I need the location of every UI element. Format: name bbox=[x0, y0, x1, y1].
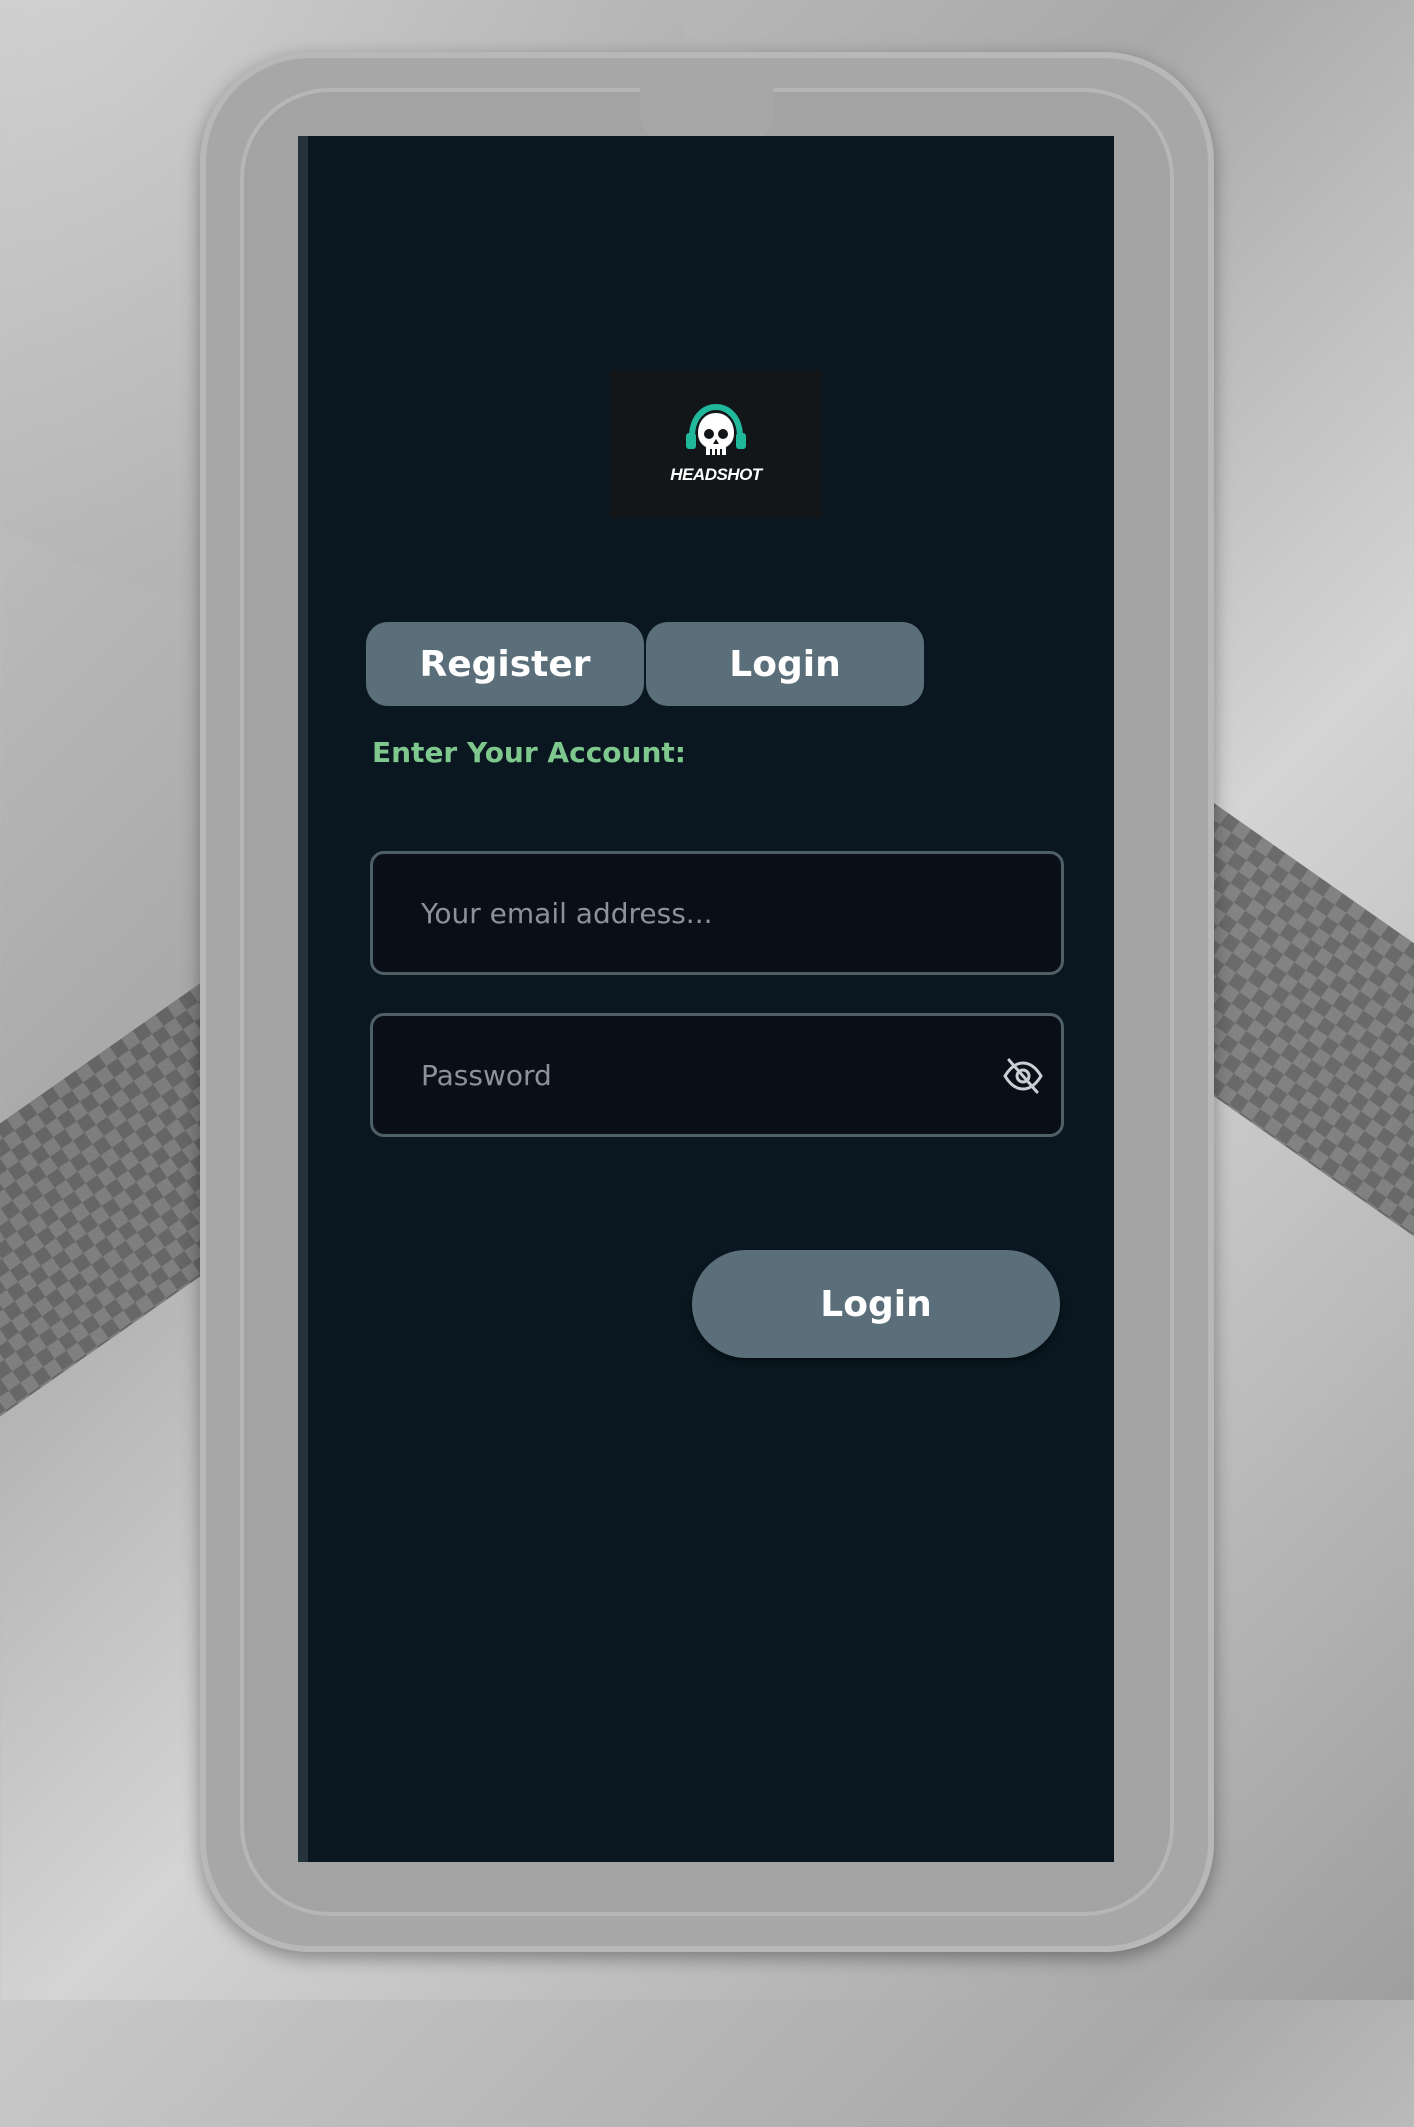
password-input[interactable] bbox=[373, 1016, 1061, 1134]
skull-headset-icon bbox=[686, 403, 746, 455]
brand-logo: HEADSHOT bbox=[610, 370, 822, 518]
app-screen: HEADSHOT Register Login Enter Your Accou… bbox=[298, 136, 1114, 1862]
form-heading: Enter Your Account: bbox=[372, 736, 686, 769]
eye-off-icon[interactable] bbox=[1001, 1054, 1045, 1098]
email-field-container bbox=[370, 851, 1064, 975]
tab-login[interactable]: Login bbox=[646, 622, 924, 706]
email-input[interactable] bbox=[373, 854, 1061, 972]
brand-logo-text: HEADSHOT bbox=[670, 465, 762, 484]
login-button[interactable]: Login bbox=[692, 1250, 1060, 1358]
tab-register[interactable]: Register bbox=[366, 622, 644, 706]
password-field-container bbox=[370, 1013, 1064, 1137]
